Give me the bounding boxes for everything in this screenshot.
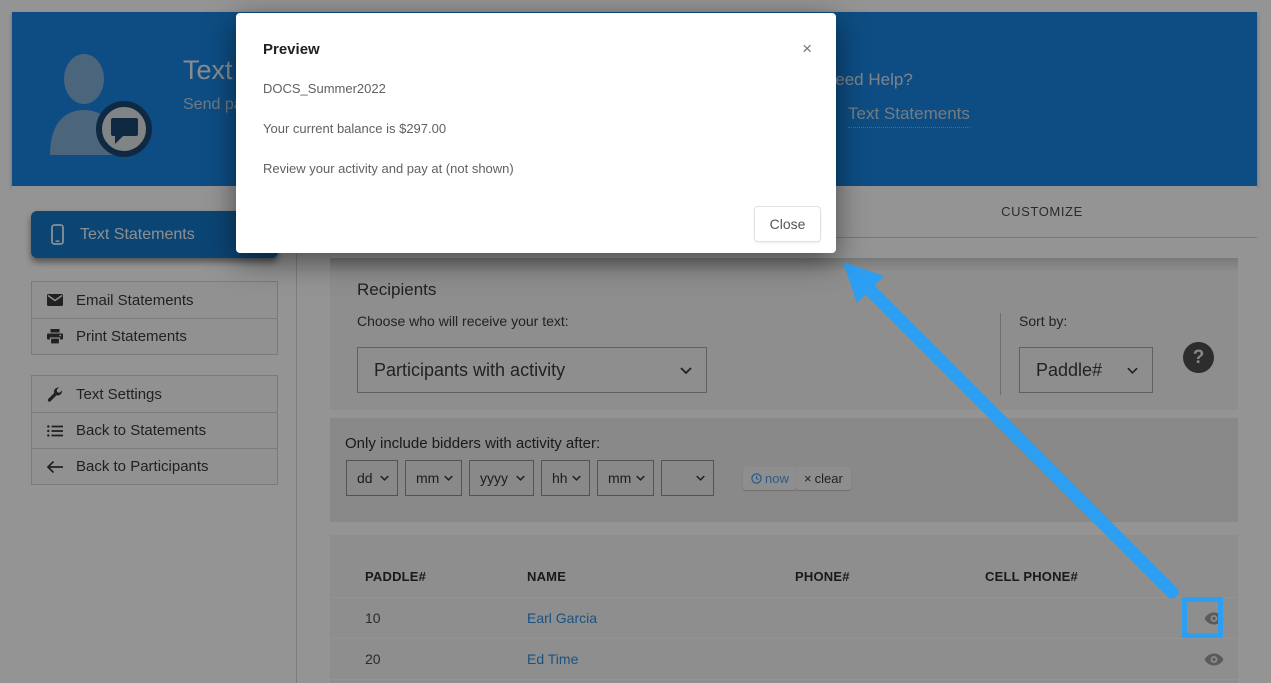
close-button[interactable]: Close [754,206,821,242]
app-root: Text Statements Send participants a text… [0,0,1271,683]
modal-title: Preview [263,41,320,58]
modal-line-review: Review your activity and pay at (not sho… [263,161,514,176]
close-icon[interactable]: × [802,40,812,57]
modal-line-balance: Your current balance is $297.00 [263,121,446,136]
modal-line-event: DOCS_Summer2022 [263,81,386,96]
preview-modal: Preview × DOCS_Summer2022 Your current b… [236,13,836,253]
